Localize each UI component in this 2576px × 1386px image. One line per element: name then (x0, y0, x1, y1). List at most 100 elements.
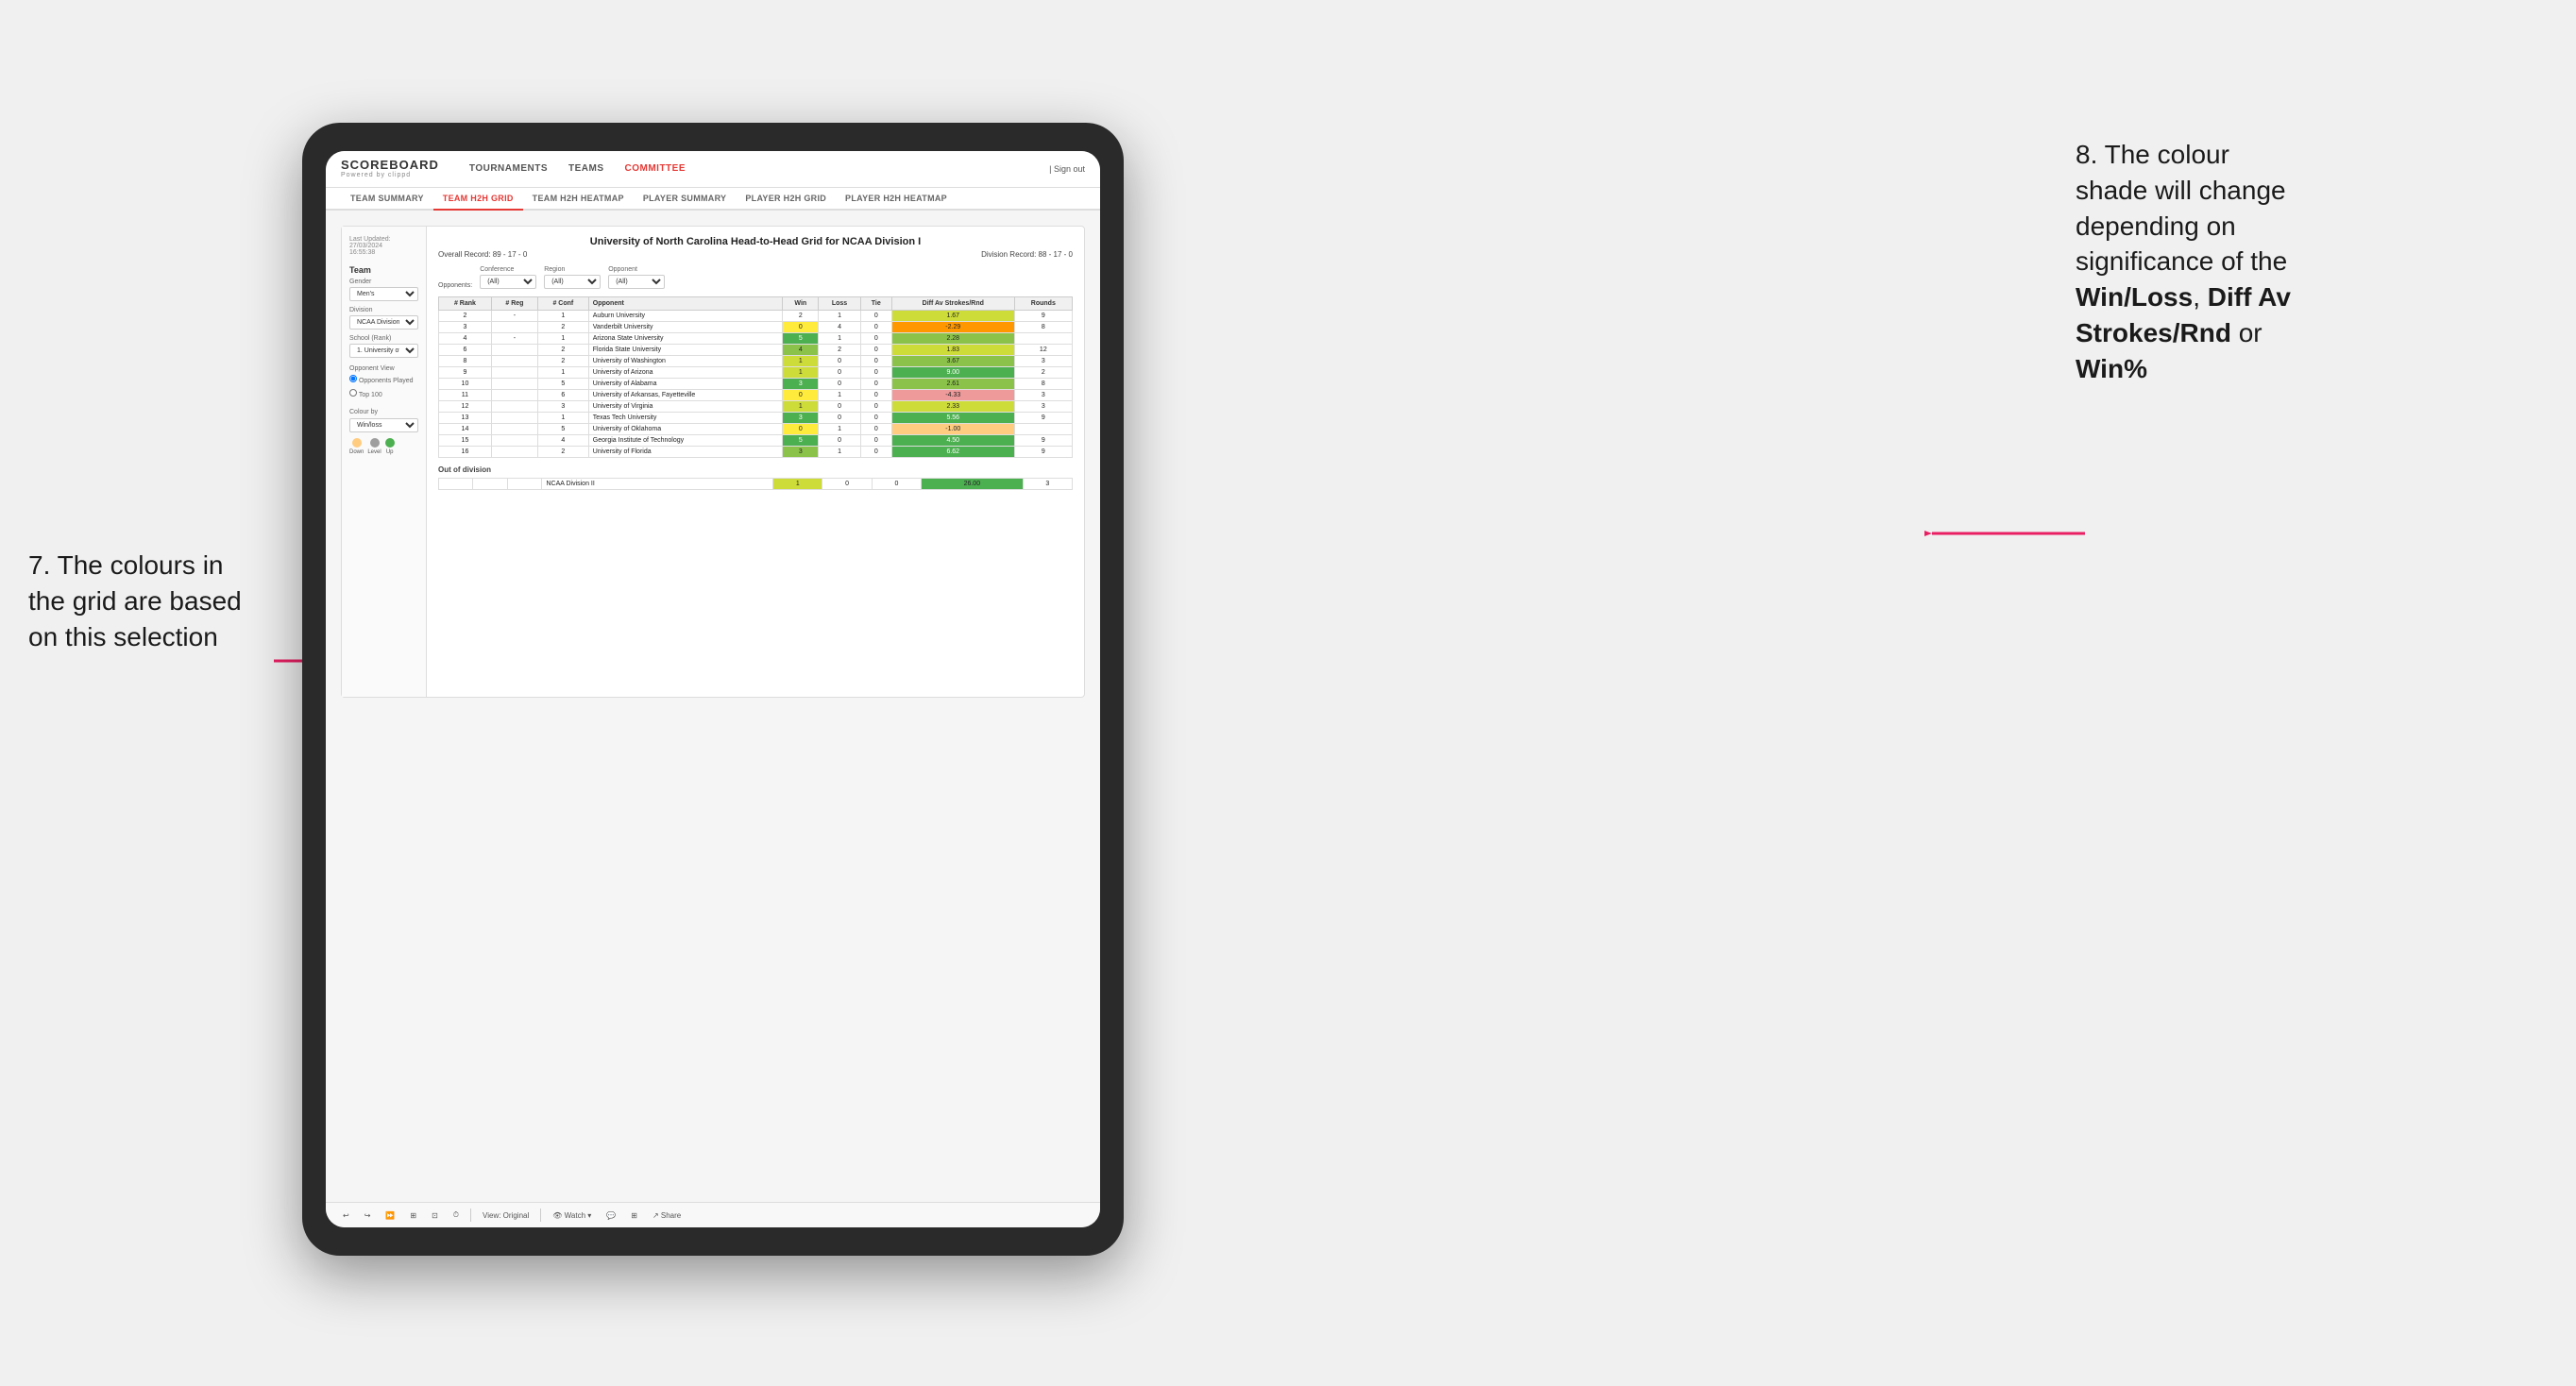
tab-player-h2h-heatmap[interactable]: PLAYER H2H HEATMAP (836, 188, 957, 211)
forward-btn[interactable]: ⏩ (381, 1209, 398, 1222)
sidebar-division-select[interactable]: NCAA Division I (349, 315, 418, 330)
ood-diff: 26.00 (922, 478, 1024, 489)
nav-committee[interactable]: COMMITTEE (623, 160, 688, 177)
cell-2-3: Arizona State University (588, 332, 783, 344)
col-diff: Diff Av Strokes/Rnd (891, 296, 1014, 310)
cell-11-2: 4 (537, 434, 588, 446)
cell-11-4: 5 (783, 434, 819, 446)
conference-select[interactable]: (All) (480, 275, 536, 289)
cell-6-6: 0 (860, 378, 891, 389)
table-row: 116University of Arkansas, Fayetteville0… (439, 389, 1073, 400)
cell-3-4: 4 (783, 344, 819, 355)
cell-1-6: 0 (860, 321, 891, 332)
crop-btn[interactable]: ⊞ (406, 1209, 420, 1222)
cell-7-3: University of Arkansas, Fayetteville (588, 389, 783, 400)
cell-3-7: 1.83 (891, 344, 1014, 355)
sign-out-link[interactable]: | Sign out (1049, 164, 1085, 174)
table-row: 162University of Florida3106.629 (439, 446, 1073, 457)
cell-8-7: 2.33 (891, 400, 1014, 412)
nav-tournaments[interactable]: TOURNAMENTS (467, 160, 550, 177)
cell-4-0: 8 (439, 355, 492, 366)
cell-3-1 (491, 344, 537, 355)
nav-teams[interactable]: TEAMS (567, 160, 606, 177)
dashboard-panel: Last Updated: 27/03/2024 16:55:38 Team G… (341, 226, 1085, 698)
sidebar-school-select[interactable]: 1. University of Nort... (349, 344, 418, 358)
sidebar-division-field: Division NCAA Division I (349, 307, 418, 330)
grid-btn[interactable]: ⊞ (627, 1209, 641, 1222)
cell-9-4: 3 (783, 412, 819, 423)
view-original-btn[interactable]: View: Original (479, 1209, 533, 1222)
table-row: 62Florida State University4201.8312 (439, 344, 1073, 355)
tab-team-summary[interactable]: TEAM SUMMARY (341, 188, 433, 211)
cell-3-5: 2 (819, 344, 860, 355)
expand-btn[interactable]: ⊡ (428, 1209, 442, 1222)
cell-0-1: - (491, 310, 537, 321)
toolbar-sep2 (540, 1209, 541, 1222)
legend-circle-up (385, 438, 395, 448)
cell-9-2: 1 (537, 412, 588, 423)
nav-links: TOURNAMENTS TEAMS COMMITTEE (467, 160, 687, 177)
table-row: 82University of Washington1003.673 (439, 355, 1073, 366)
filter-region: Region (All) (544, 266, 601, 289)
ood-rounds: 3 (1023, 478, 1072, 489)
col-loss: Loss (819, 296, 860, 310)
cell-2-1: - (491, 332, 537, 344)
cell-10-1 (491, 423, 537, 434)
ood-loss: 0 (822, 478, 872, 489)
tab-player-h2h-grid[interactable]: PLAYER H2H GRID (736, 188, 836, 211)
cell-1-8: 8 (1014, 321, 1072, 332)
radio-group: Opponents Played Top 100 (349, 375, 418, 401)
comment-btn[interactable]: 💬 (602, 1209, 619, 1222)
annotation-bold-winloss: Win/Loss (2076, 282, 2193, 312)
tab-team-h2h-grid[interactable]: TEAM H2H GRID (433, 188, 523, 211)
share-btn[interactable]: ↗ Share (649, 1209, 685, 1222)
left-sidebar: Last Updated: 27/03/2024 16:55:38 Team G… (342, 227, 427, 697)
cell-6-8: 8 (1014, 378, 1072, 389)
cell-6-4: 3 (783, 378, 819, 389)
cell-12-0: 16 (439, 446, 492, 457)
watch-btn[interactable]: 👁 Watch ▾ (549, 1209, 595, 1222)
bottom-toolbar: ↩ ↪ ⏩ ⊞ ⊡ ⏱ View: Original 👁 Watch ▾ 💬 ⊞… (326, 1202, 1100, 1227)
cell-6-3: University of Alabama (588, 378, 783, 389)
region-select[interactable]: (All) (544, 275, 601, 289)
cell-5-8: 2 (1014, 366, 1072, 378)
table-row: 4-1Arizona State University5102.28 (439, 332, 1073, 344)
cell-2-2: 1 (537, 332, 588, 344)
redo-btn[interactable]: ↪ (361, 1209, 375, 1222)
cell-7-2: 6 (537, 389, 588, 400)
cell-8-2: 3 (537, 400, 588, 412)
cell-10-8 (1014, 423, 1072, 434)
cell-12-6: 0 (860, 446, 891, 457)
cell-11-1 (491, 434, 537, 446)
cell-3-6: 0 (860, 344, 891, 355)
tab-player-summary[interactable]: PLAYER SUMMARY (634, 188, 737, 211)
undo-btn[interactable]: ↩ (339, 1209, 353, 1222)
cell-8-0: 12 (439, 400, 492, 412)
out-of-division-row: NCAA Division II 1 0 0 26.00 3 (439, 478, 1073, 489)
overall-record: Overall Record: 89 - 17 - 0 (438, 250, 527, 259)
opponent-select[interactable]: (All) (608, 275, 665, 289)
cell-7-7: -4.33 (891, 389, 1014, 400)
filters-row: Opponents: Conference (All) Region (All) (438, 266, 1073, 289)
tab-team-h2h-heatmap[interactable]: TEAM H2H HEATMAP (523, 188, 634, 211)
cell-4-2: 2 (537, 355, 588, 366)
cell-5-4: 1 (783, 366, 819, 378)
cell-5-1 (491, 366, 537, 378)
division-record: Division Record: 88 - 17 - 0 (981, 250, 1073, 259)
sidebar-gender-field: Gender Men's (349, 279, 418, 301)
cell-1-0: 3 (439, 321, 492, 332)
radio-opponents-played[interactable]: Opponents Played (349, 375, 418, 384)
cell-11-5: 0 (819, 434, 860, 446)
sidebar-gender-select[interactable]: Men's (349, 287, 418, 301)
colour-by-select[interactable]: Win/loss (349, 418, 418, 432)
annotation-right: 8. The colourshade will changedepending … (2076, 137, 2529, 387)
cell-0-2: 1 (537, 310, 588, 321)
annotation-bold-winpct: Win% (2076, 354, 2147, 383)
cell-4-1 (491, 355, 537, 366)
cell-5-7: 9.00 (891, 366, 1014, 378)
cell-10-3: University of Oklahoma (588, 423, 783, 434)
clock-btn[interactable]: ⏱ (449, 1209, 463, 1222)
radio-top100[interactable]: Top 100 (349, 389, 418, 398)
colour-by-label: Colour by (349, 409, 418, 415)
cell-0-8: 9 (1014, 310, 1072, 321)
